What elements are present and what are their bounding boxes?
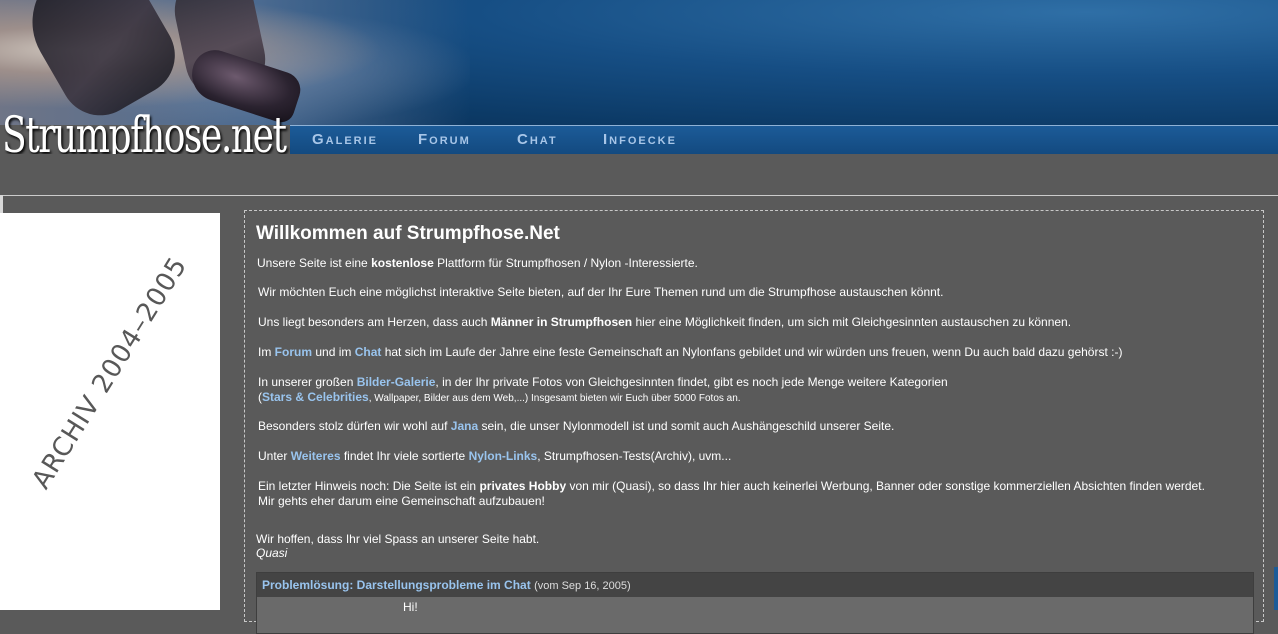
text: und im <box>312 345 355 359</box>
intro-paragraph: Ein letzter Hinweis noch: Die Seite ist … <box>258 479 1208 509</box>
nav-galerie[interactable]: Galerie <box>312 131 378 148</box>
text: Uns liegt besonders am Herzen, dass auch <box>258 315 491 329</box>
link-weiteres[interactable]: Weiteres <box>291 449 341 463</box>
scroll-edge <box>1274 567 1278 610</box>
page-title: Willkommen auf Strumpfhose.Net <box>256 223 560 244</box>
text: hat sich im Laufe der Jahre eine feste G… <box>381 345 1123 359</box>
link-jana[interactable]: Jana <box>451 419 478 433</box>
header-strip <box>0 154 1278 196</box>
link-nylon-links[interactable]: Nylon-Links <box>469 449 538 463</box>
text-bold: privates Hobby <box>479 479 567 493</box>
closing-text: Wir hoffen, dass Ihr viel Spass an unser… <box>256 532 540 546</box>
link-forum[interactable]: Forum <box>275 345 312 359</box>
text: Im <box>258 345 275 359</box>
news-title-link[interactable]: Problemlösung: Darstellungsprobleme im C… <box>262 578 531 592</box>
text: Unsere Seite ist eine <box>257 256 372 270</box>
text: Besonders stolz dürfen wir wohl auf <box>258 419 451 433</box>
text-bold: kostenlose <box>371 256 434 270</box>
divider <box>0 195 3 213</box>
news-item: Problemlösung: Darstellungsprobleme im C… <box>256 572 1254 634</box>
intro-paragraph: Unsere Seite ist eine kostenlose Plattfo… <box>257 256 1217 271</box>
intro-paragraph: Im Forum und im Chat hat sich im Laufe d… <box>258 345 1218 360</box>
intro-paragraph: Uns liegt besonders am Herzen, dass auch… <box>258 315 1218 330</box>
intro-paragraph: In unserer großen Bilder-Galerie, in der… <box>258 375 1218 406</box>
text: In unserer großen <box>258 375 357 389</box>
text-bold: Männer in Strumpfhosen <box>490 315 633 329</box>
main-nav: Galerie Forum Chat Infoecke <box>290 125 1278 155</box>
divider <box>0 195 1278 196</box>
text: findet Ihr viele sortierte <box>340 449 469 463</box>
signature: Quasi <box>256 546 288 560</box>
news-body: Hi! <box>403 600 418 614</box>
text: , Strumpfhosen-Tests(Archiv), uvm... <box>537 449 732 463</box>
nav-infoecke[interactable]: Infoecke <box>603 131 677 148</box>
link-bilder-galerie[interactable]: Bilder-Galerie <box>357 375 436 389</box>
intro-paragraph: Unter Weiteres findet Ihr viele sortiert… <box>258 449 1218 464</box>
news-header: Problemlösung: Darstellungsprobleme im C… <box>257 573 1253 597</box>
text-small: , Wallpaper, Bilder aus dem Web,...) Ins… <box>368 393 741 404</box>
intro-paragraph: Wir möchten Euch eine möglichst interakt… <box>258 285 944 299</box>
link-stars-celebrities[interactable]: Stars & Celebrities <box>262 390 369 404</box>
main-content: Willkommen auf Strumpfhose.Net Unsere Se… <box>244 210 1264 634</box>
text: Unter <box>258 449 291 463</box>
nav-forum[interactable]: Forum <box>418 131 471 148</box>
text: Plattform für Strumpfhosen / Nylon -Inte… <box>433 256 698 270</box>
text: hier eine Möglichkeit finden, um sich mi… <box>632 315 1072 329</box>
text: sein, die unser Nylonmodell ist und somi… <box>478 419 895 433</box>
link-chat[interactable]: Chat <box>355 345 382 359</box>
intro-paragraph: Besonders stolz dürfen wir wohl auf Jana… <box>258 419 1218 434</box>
text: , in der Ihr private Fotos von Gleichges… <box>435 375 948 389</box>
news-date: (vom Sep 16, 2005) <box>534 580 631 592</box>
nav-chat[interactable]: Chat <box>517 131 558 148</box>
text: Ein letzter Hinweis noch: Die Seite ist … <box>258 479 480 493</box>
